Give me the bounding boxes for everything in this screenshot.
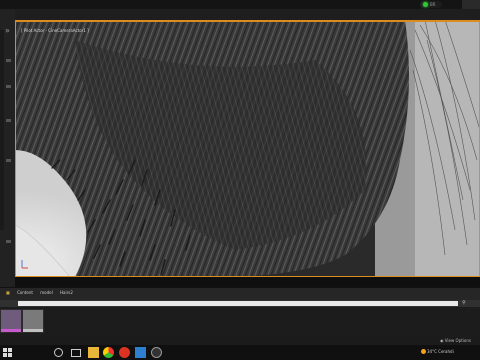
- panel-handle-icon[interactable]: [6, 159, 11, 162]
- view-options-button[interactable]: ◉ View Options: [440, 338, 471, 343]
- left-panel-scrollbar[interactable]: [0, 30, 4, 230]
- panel-handle-icon[interactable]: [6, 119, 11, 122]
- double-chevron-right-icon[interactable]: »: [5, 27, 10, 35]
- search-input[interactable]: [18, 301, 458, 306]
- eye-icon: ◉: [440, 338, 444, 343]
- asset-thumbnail[interactable]: [0, 309, 22, 333]
- breadcrumb: ■ Content model Hairs2: [6, 290, 79, 295]
- asset-grid: [0, 307, 480, 337]
- weather-label: 34°C Cerahdi: [427, 349, 454, 354]
- level-viewport[interactable]: [15, 20, 480, 277]
- chrome-icon[interactable]: [103, 347, 114, 358]
- opera-icon[interactable]: [119, 347, 130, 358]
- panel-handle-icon[interactable]: [6, 59, 11, 62]
- content-browser-footer: [0, 337, 480, 345]
- folder-icon: ■: [6, 290, 10, 295]
- breadcrumb-model[interactable]: model: [40, 290, 52, 295]
- axis-gizmo-icon: [21, 260, 28, 269]
- status-label: BR: [430, 2, 436, 7]
- search-icon[interactable]: ⚲: [461, 300, 467, 306]
- panel-handle-icon[interactable]: [6, 85, 11, 88]
- weather-sun-icon: [421, 349, 426, 354]
- hair-render-image: [15, 20, 480, 277]
- window-corner-button[interactable]: [462, 0, 480, 9]
- panel-handle-icon[interactable]: [6, 240, 11, 243]
- editor-top-bar: [0, 0, 480, 9]
- unreal-engine-icon[interactable]: [151, 347, 162, 358]
- task-view-icon[interactable]: [71, 349, 81, 357]
- view-options-label: View Options: [444, 338, 471, 343]
- status-indicator-icon: [423, 2, 428, 7]
- file-explorer-icon[interactable]: [88, 347, 99, 358]
- breadcrumb-content[interactable]: Content: [17, 290, 33, 295]
- start-windows-icon[interactable]: [3, 348, 12, 357]
- search-taskbar-icon[interactable]: [54, 348, 63, 357]
- pilot-actor-caption: [ Pilot Actor - CineCameraActor1 ]: [21, 28, 89, 33]
- app-icon-blue[interactable]: [135, 347, 146, 358]
- asset-thumbnail[interactable]: [22, 309, 44, 333]
- breadcrumb-hairs2[interactable]: Hairs2: [60, 290, 73, 295]
